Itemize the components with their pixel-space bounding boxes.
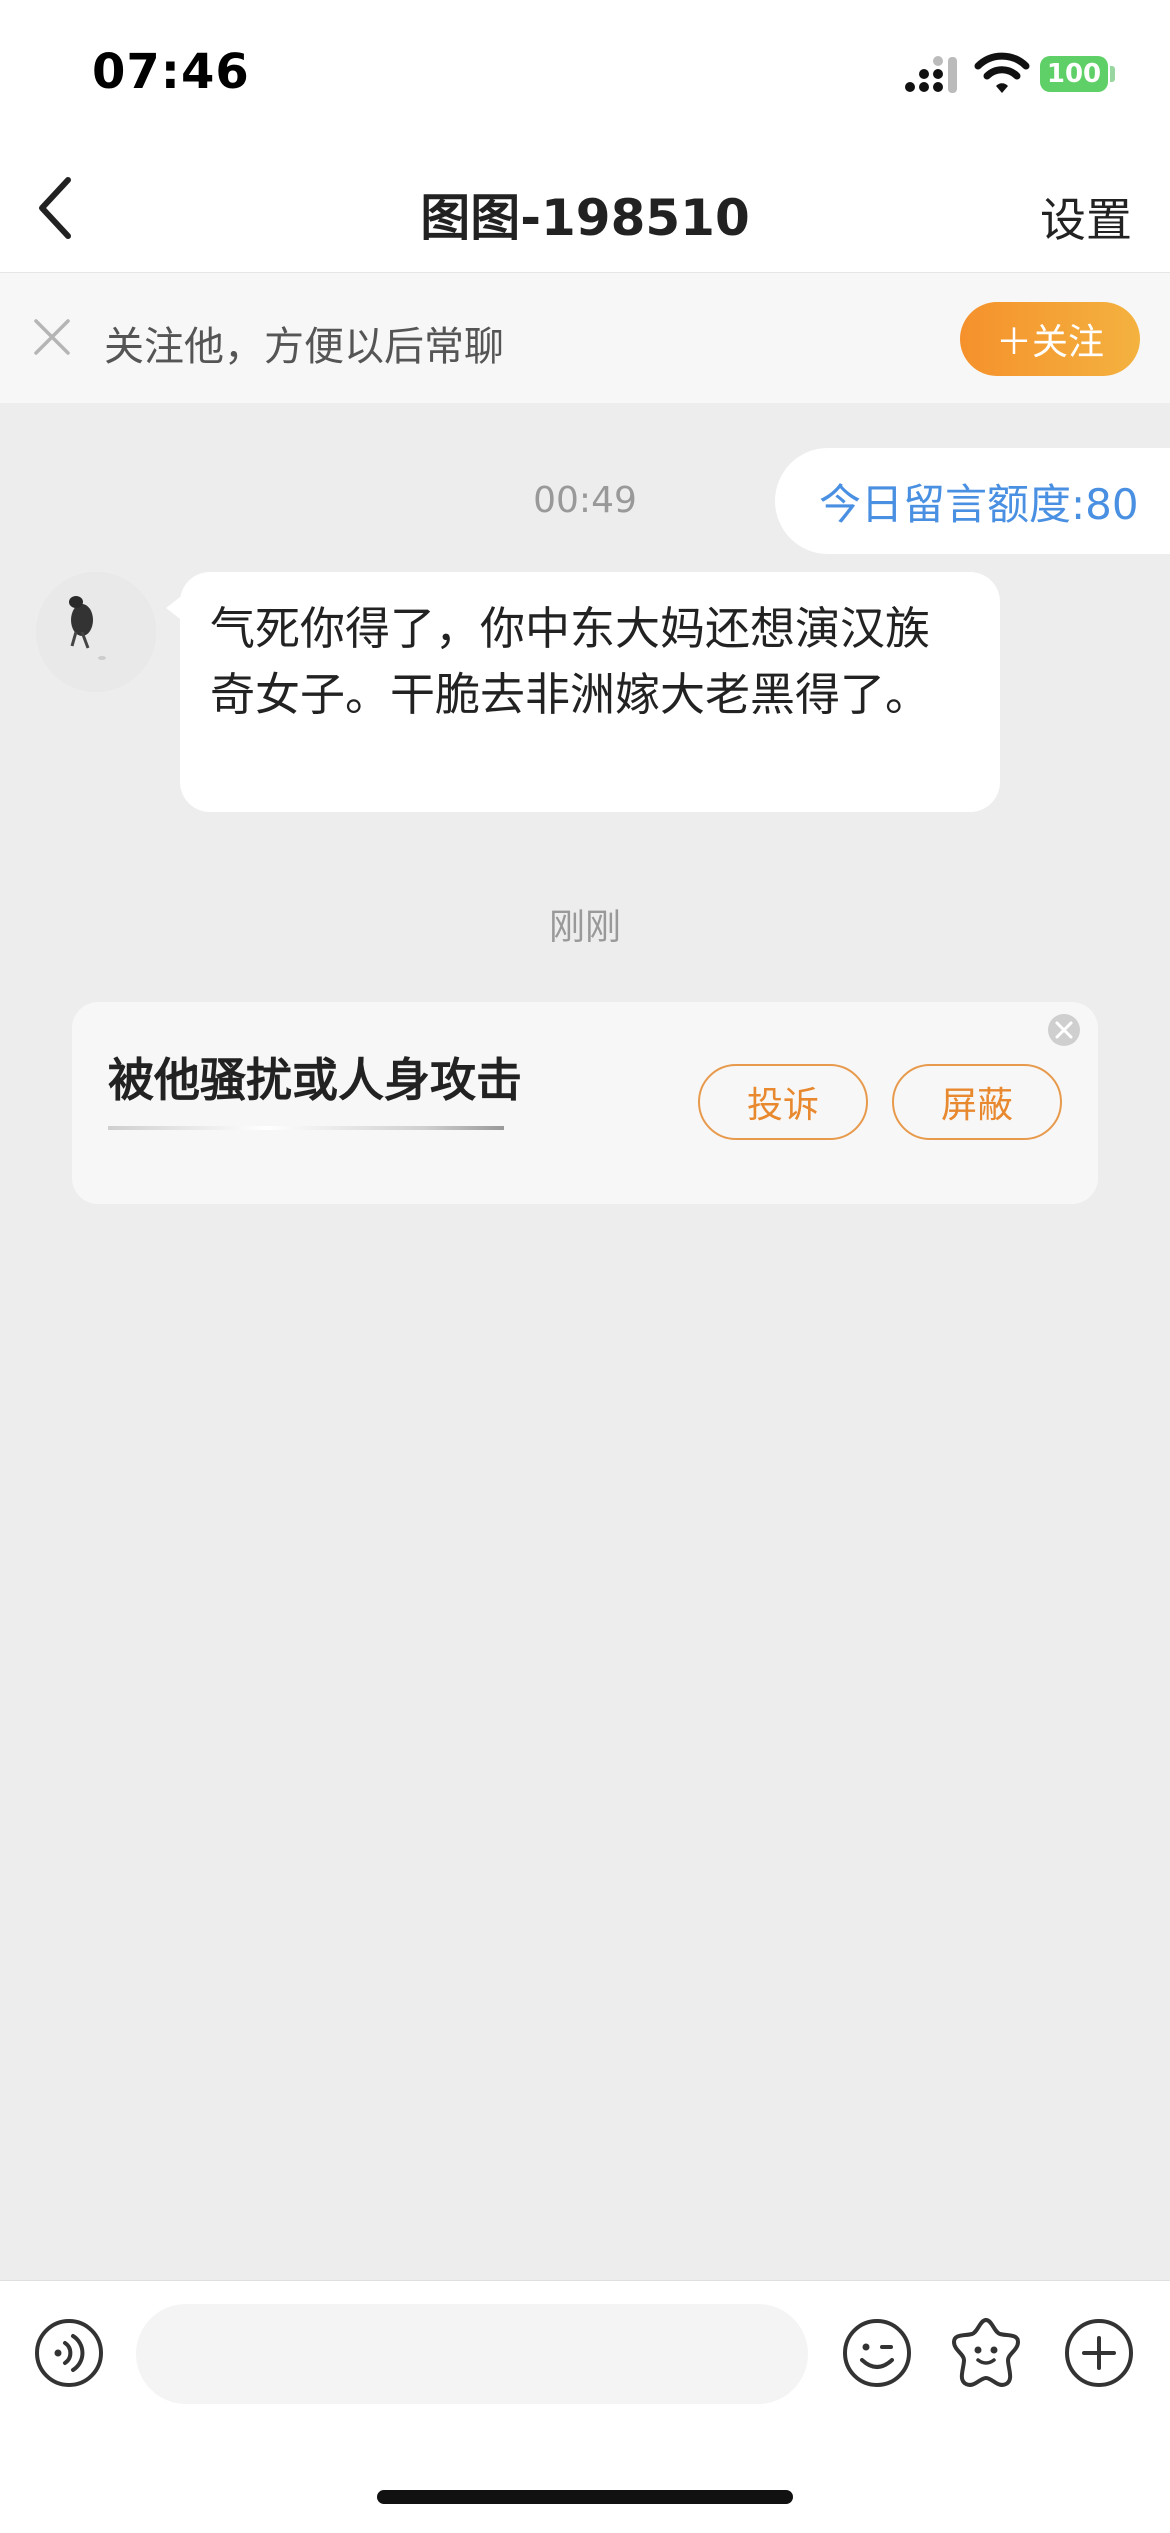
emoji-icon[interactable] — [842, 2318, 912, 2388]
message-input[interactable] — [136, 2304, 808, 2404]
page-title: 图图-198510 — [420, 189, 750, 247]
plus-icon[interactable] — [1064, 2318, 1134, 2388]
report-timestamp: 刚刚 — [548, 907, 621, 948]
complain-button[interactable]: 投诉 — [698, 1064, 868, 1140]
wifi-icon — [974, 52, 1030, 93]
battery-icon: 100 — [1040, 56, 1108, 92]
message-timestamp: 00:49 — [533, 480, 637, 521]
cat-avatar-icon — [36, 572, 156, 692]
close-circle-icon[interactable] — [1046, 1012, 1082, 1048]
follow-hint: 关注他，方便以后常聊 — [104, 324, 504, 370]
sticker-icon[interactable] — [948, 2314, 1024, 2390]
report-underline — [108, 1126, 504, 1130]
report-title: 被他骚扰或人身攻击 — [108, 1053, 522, 1107]
message-bubble[interactable]: 气死你得了，你中东大妈还想演汉族奇女子。干脆去非洲嫁大老黑得了。 — [180, 572, 1000, 812]
status-time: 07:46 — [92, 44, 250, 100]
home-indicator — [377, 2490, 793, 2504]
settings-button[interactable]: 设置 — [1040, 184, 1132, 250]
close-icon[interactable] — [30, 315, 74, 359]
block-button[interactable]: 屏蔽 — [892, 1064, 1062, 1140]
avatar[interactable] — [36, 572, 156, 692]
signal-icon — [905, 56, 957, 93]
follow-button[interactable]: ＋关注 — [960, 302, 1140, 376]
voice-icon[interactable] — [34, 2318, 104, 2388]
battery-tip — [1110, 66, 1115, 82]
